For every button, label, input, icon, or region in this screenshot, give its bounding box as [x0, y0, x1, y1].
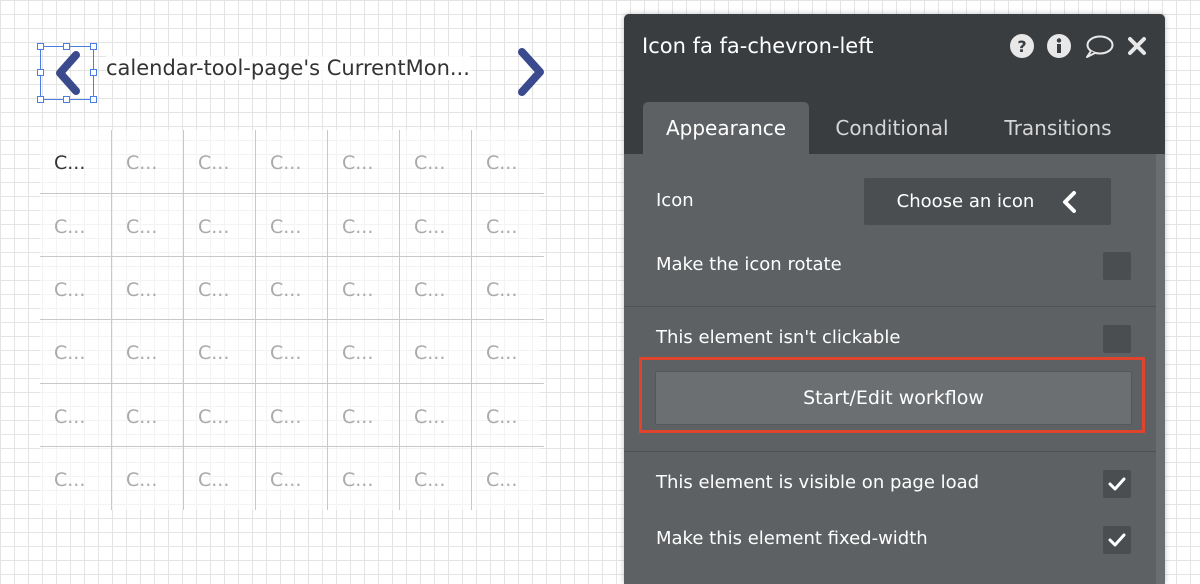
rotate-checkbox[interactable]	[1103, 252, 1131, 280]
checkmark-icon	[1108, 477, 1126, 491]
fixed-width-checkbox[interactable]	[1103, 526, 1131, 554]
help-icon[interactable]: ?	[1010, 34, 1034, 58]
calendar-cell[interactable]: C...	[472, 384, 544, 447]
visible-on-load-checkbox[interactable]	[1103, 470, 1131, 498]
calendar-cell[interactable]: C...	[400, 383, 472, 447]
section-divider	[624, 451, 1156, 452]
choose-icon-label: Choose an icon	[896, 191, 1035, 212]
property-editor-panel: Icon fa fa-chevron-left ? Appearance Con…	[624, 14, 1165, 584]
calendar-cell[interactable]: C...	[472, 130, 544, 194]
tab-conditional[interactable]: Conditional	[809, 102, 975, 154]
calendar-cell[interactable]: C...	[400, 446, 472, 510]
calendar-cell[interactable]: C...	[256, 446, 328, 510]
icon-field-label: Icon	[656, 190, 694, 211]
chevron-left-icon	[56, 51, 80, 95]
calendar-cell[interactable]: C...	[472, 257, 544, 321]
calendar-cell[interactable]: C...	[184, 383, 256, 447]
calendar-cell[interactable]: C...	[184, 320, 256, 384]
calendar-cell[interactable]: C...	[400, 194, 472, 258]
current-month-label[interactable]: calendar-tool-page's CurrentMon...	[106, 56, 470, 80]
selected-prev-month-icon[interactable]	[37, 43, 97, 103]
panel-title: Icon fa fa-chevron-left	[642, 34, 874, 58]
calendar-cell[interactable]: C...	[184, 130, 256, 194]
fixed-width-label: Make this element fixed-width	[656, 528, 928, 549]
calendar-cell[interactable]: C...	[400, 320, 472, 384]
calendar-cell[interactable]: C...	[112, 446, 184, 510]
calendar-cell[interactable]: C...	[256, 257, 328, 321]
calendar-cell[interactable]: C...	[40, 320, 112, 384]
calendar-cell[interactable]: C...	[112, 383, 184, 447]
choose-icon-button[interactable]: Choose an icon	[864, 178, 1111, 225]
panel-header[interactable]: Icon fa fa-chevron-left ?	[624, 14, 1165, 78]
comment-icon[interactable]	[1084, 34, 1114, 58]
calendar-cell[interactable]: C...	[256, 130, 328, 194]
calendar-cell[interactable]: C...	[328, 130, 400, 194]
calendar-cell[interactable]: C...	[328, 257, 400, 321]
close-icon[interactable]	[1127, 36, 1147, 56]
calendar-cell[interactable]: C...	[400, 130, 472, 194]
section-divider	[624, 306, 1156, 307]
calendar-cell[interactable]: C...	[472, 194, 544, 258]
calendar-cell[interactable]: C...	[184, 257, 256, 321]
calendar-cell[interactable]: C...	[40, 383, 112, 447]
calendar-cell[interactable]: C...	[112, 257, 184, 321]
calendar-cell[interactable]: C...	[328, 383, 400, 447]
calendar-cell[interactable]: C...	[472, 447, 544, 510]
calendar-cell[interactable]: C...	[40, 130, 112, 194]
info-icon[interactable]	[1047, 34, 1071, 58]
calendar-cell[interactable]: C...	[472, 320, 544, 384]
resize-handle[interactable]	[63, 43, 70, 50]
calendar-cell[interactable]: C...	[184, 194, 256, 258]
chevron-right-icon[interactable]	[514, 48, 550, 96]
panel-tabs: Appearance Conditional Transitions	[624, 78, 1165, 154]
rotate-label: Make the icon rotate	[656, 254, 842, 275]
calendar-cell[interactable]: C...	[400, 257, 472, 321]
calendar-cell[interactable]: C...	[40, 194, 112, 258]
tab-transitions[interactable]: Transitions	[975, 102, 1141, 154]
calendar-cell[interactable]: C...	[184, 446, 256, 510]
calendar-cell[interactable]: C...	[256, 320, 328, 384]
panel-scrollbar[interactable]	[1156, 154, 1165, 584]
visible-on-load-label: This element is visible on page load	[656, 472, 980, 493]
calendar-cell[interactable]: C...	[40, 257, 112, 321]
resize-handle[interactable]	[90, 96, 97, 103]
calendar-cell[interactable]: C...	[328, 320, 400, 384]
calendar-cell[interactable]: C...	[112, 194, 184, 258]
calendar-cell[interactable]: C...	[328, 446, 400, 510]
calendar-cell[interactable]: C...	[112, 320, 184, 384]
calendar-grid: C... C... C... C... C... C... C... C... C... C...…	[40, 130, 544, 510]
not-clickable-label: This element isn't clickable	[656, 327, 901, 348]
tab-appearance[interactable]: Appearance	[643, 102, 809, 154]
resize-handle[interactable]	[63, 96, 70, 103]
resize-handle[interactable]	[37, 43, 44, 50]
calendar-cell[interactable]: C...	[112, 130, 184, 194]
calendar-cell[interactable]: C...	[40, 446, 112, 510]
svg-text:?: ?	[1017, 37, 1026, 56]
checkmark-icon	[1108, 533, 1126, 547]
resize-handle[interactable]	[37, 96, 44, 103]
resize-handle[interactable]	[90, 43, 97, 50]
calendar-cell[interactable]: C...	[256, 383, 328, 447]
not-clickable-checkbox[interactable]	[1103, 325, 1131, 353]
resize-handle[interactable]	[37, 69, 44, 76]
calendar-cell[interactable]: C...	[256, 194, 328, 258]
start-edit-workflow-button[interactable]: Start/Edit workflow	[655, 371, 1132, 425]
chevron-left-icon	[1063, 190, 1077, 213]
calendar-cell[interactable]: C...	[328, 194, 400, 258]
resize-handle[interactable]	[90, 69, 97, 76]
